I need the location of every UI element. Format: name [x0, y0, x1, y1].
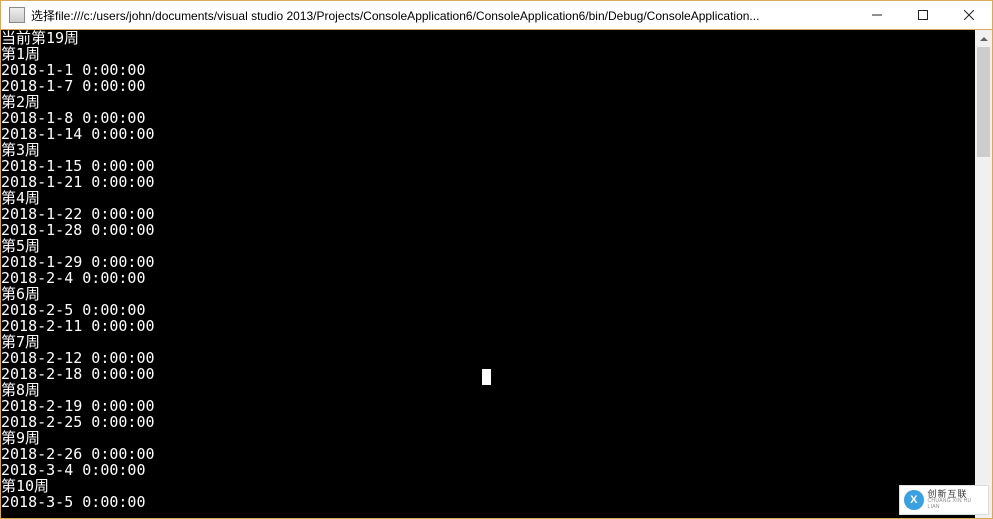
console-line: 2018-1-14 0:00:00: [1, 126, 975, 142]
console-line: 2018-2-25 0:00:00: [1, 414, 975, 430]
watermark-logo-icon: X: [904, 490, 924, 510]
console-line: 2018-1-28 0:00:00: [1, 222, 975, 238]
console-line: 2018-1-8 0:00:00: [1, 110, 975, 126]
close-icon: [964, 10, 974, 20]
console-line: 2018-1-1 0:00:00: [1, 62, 975, 78]
console-line: 2018-2-26 0:00:00: [1, 446, 975, 462]
watermark: X 创新互联 CHUANG XIN HU LIAN: [899, 485, 989, 515]
console-line: 2018-2-11 0:00:00: [1, 318, 975, 334]
console-line: 当前第19周: [1, 30, 975, 46]
maximize-button[interactable]: [900, 1, 946, 29]
console-line: 2018-3-4 0:00:00: [1, 462, 975, 478]
minimize-icon: [872, 10, 882, 20]
console-line: 2018-3-5 0:00:00: [1, 494, 975, 510]
console-line: 第5周: [1, 238, 975, 254]
console-line: 第9周: [1, 430, 975, 446]
watermark-en: CHUANG XIN HU LIAN: [928, 499, 985, 510]
window-titlebar: 选择file:///c:/users/john/documents/visual…: [0, 0, 993, 30]
chevron-up-icon: [980, 35, 988, 43]
console-line: 第7周: [1, 334, 975, 350]
minimize-button[interactable]: [854, 1, 900, 29]
console-line: 2018-2-4 0:00:00: [1, 270, 975, 286]
titlebar-buttons: [854, 1, 992, 29]
console-line: 第1周: [1, 46, 975, 62]
console-line: 第2周: [1, 94, 975, 110]
console-line: 2018-1-7 0:00:00: [1, 78, 975, 94]
console-line: 2018-1-15 0:00:00: [1, 158, 975, 174]
console-line: 第3周: [1, 142, 975, 158]
maximize-icon: [918, 10, 928, 20]
close-button[interactable]: [946, 1, 992, 29]
console-line: 第4周: [1, 190, 975, 206]
console-output[interactable]: 当前第19周第1周2018-1-1 0:00:002018-1-7 0:00:0…: [1, 30, 975, 518]
console-line: 第6周: [1, 286, 975, 302]
console-line: 2018-1-22 0:00:00: [1, 206, 975, 222]
client-area: 当前第19周第1周2018-1-1 0:00:002018-1-7 0:00:0…: [0, 30, 993, 519]
console-line: 2018-1-21 0:00:00: [1, 174, 975, 190]
watermark-text: 创新互联 CHUANG XIN HU LIAN: [928, 490, 985, 511]
vertical-scrollbar[interactable]: [975, 30, 992, 518]
window-title: 选择file:///c:/users/john/documents/visual…: [31, 7, 854, 24]
scrollbar-thumb[interactable]: [977, 47, 990, 157]
console-line: 第10周: [1, 478, 975, 494]
text-cursor: [482, 369, 491, 385]
app-icon: [9, 7, 25, 23]
scroll-up-button[interactable]: [975, 30, 992, 47]
console-line: 2018-2-5 0:00:00: [1, 302, 975, 318]
console-line: 2018-1-29 0:00:00: [1, 254, 975, 270]
console-line: 2018-2-19 0:00:00: [1, 398, 975, 414]
console-line: 2018-2-12 0:00:00: [1, 350, 975, 366]
